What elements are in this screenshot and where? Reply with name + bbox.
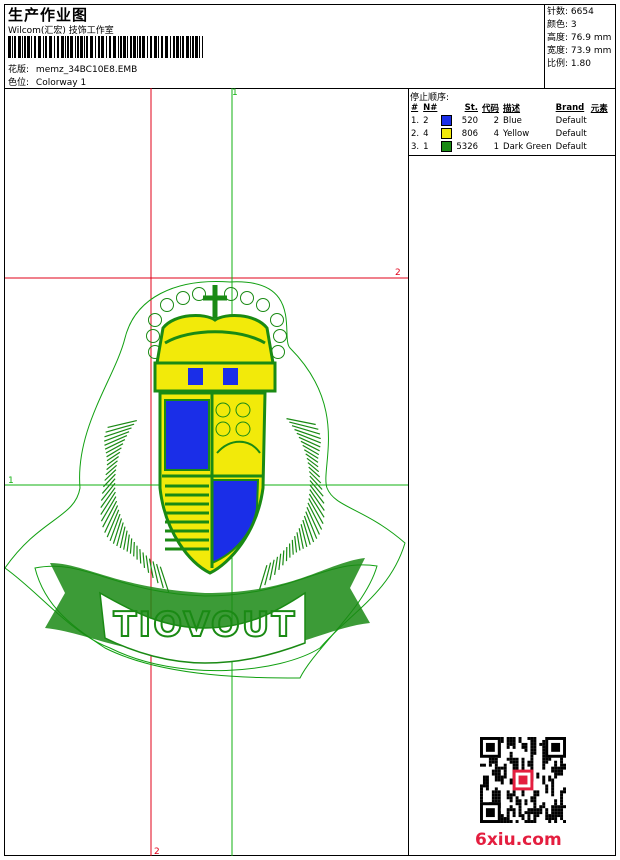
stop-table-header: # N# St. 代码 描述 Brand 元素 xyxy=(409,102,610,114)
col-element: 元素 xyxy=(590,104,608,114)
specs-panel: 针数: 6654 颜色: 3 高度: 76.9 mm 宽度: 73.9 mm 比… xyxy=(547,6,611,71)
color-swatch xyxy=(441,115,453,126)
specs-divider xyxy=(544,4,545,88)
shield xyxy=(158,391,267,575)
watermark: 6xiu.com xyxy=(475,830,562,850)
page-title: 生产作业图 xyxy=(8,6,89,24)
col-desc: 描述 xyxy=(503,104,521,114)
stop-row: 2. 4 806 4 Yellow Default xyxy=(411,128,587,139)
spec-height: 高度: 76.9 mm xyxy=(547,33,612,43)
colorway-row: 色位: Colorway 1 xyxy=(8,75,86,88)
design-canvas: TIOVOUT xyxy=(5,88,408,856)
col-brand: Brand xyxy=(555,103,585,113)
design-file-label: 花版: xyxy=(8,65,30,75)
col-index: # xyxy=(411,103,419,113)
barcode xyxy=(8,36,203,58)
guide-h2-label: 2 xyxy=(395,268,401,278)
color-swatch xyxy=(441,141,453,152)
design-file-row: 花版: memz_34BC10E8.EMB xyxy=(8,62,137,75)
banner-text: TIOVOUT xyxy=(113,605,296,645)
guide-h1-label: 1 xyxy=(8,476,14,486)
color-swatch xyxy=(441,128,453,139)
qr-code xyxy=(480,737,566,823)
stop-row: 1. 2 520 2 Blue Default xyxy=(411,115,587,126)
design-file-value: memz_34BC10E8.EMB xyxy=(35,65,138,75)
crown xyxy=(153,285,277,393)
col-stitches: St. xyxy=(464,103,479,113)
spec-colors: 颜色: 3 xyxy=(547,20,577,30)
stop-row: 3. 1 5326 1 Dark Green Default xyxy=(411,141,587,152)
colorway-value: Colorway 1 xyxy=(35,78,87,88)
studio-name: Wilcom(汇宏) 技饰工作室 xyxy=(8,26,114,36)
colorway-label: 色位: xyxy=(8,78,30,88)
shield-quarter-blue-tl xyxy=(164,399,210,471)
sidebar-divider xyxy=(408,88,409,856)
laurel-right xyxy=(258,418,325,590)
spec-stitches: 针数: 6654 xyxy=(547,7,594,17)
col-code: 代码 xyxy=(482,104,500,114)
col-n: N# xyxy=(423,103,438,113)
spec-width: 宽度: 73.9 mm xyxy=(547,46,612,56)
spec-scale: 比例: 1.80 xyxy=(547,59,591,69)
guide-v1-label: 1 xyxy=(232,88,238,98)
stop-sequence-table: # N# St. 代码 描述 Brand 元素 1. 2 520 2 Blue Defau… xyxy=(409,102,610,153)
guide-v2-label: 2 xyxy=(154,847,160,857)
table-divider xyxy=(408,155,616,156)
